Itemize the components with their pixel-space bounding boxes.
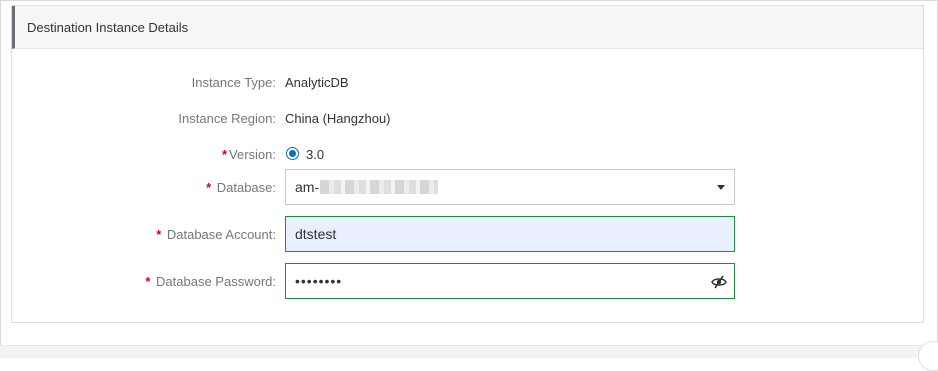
version-label: * Version: [221, 146, 276, 162]
destination-instance-panel: Destination Instance Details Instance Ty… [11, 5, 924, 323]
redacted-database-id [320, 180, 439, 194]
required-marker: * [156, 226, 162, 242]
chevron-down-icon [717, 185, 725, 190]
database-account-value: dtstest [295, 226, 337, 242]
instance-region-value: China (Hangzhou) [285, 110, 391, 126]
database-account-input[interactable]: dtstest [285, 216, 735, 252]
database-account-row: * Database Account: dtstest [12, 216, 923, 252]
floating-action-circle[interactable] [918, 341, 938, 371]
database-select[interactable]: am- [285, 169, 735, 205]
version-radio-label: 3.0 [306, 146, 325, 162]
database-password-input[interactable]: •••••••• [285, 263, 735, 299]
instance-type-label: Instance Type: [191, 74, 276, 90]
panel-title: Destination Instance Details [27, 19, 189, 35]
version-row: * Version: 3.0 [12, 136, 923, 172]
database-select-value: am- [295, 179, 320, 195]
database-account-label: * Database Account: [156, 226, 276, 242]
instance-region-row: Instance Region: China (Hangzhou) [12, 100, 923, 136]
eye-slash-icon[interactable] [710, 273, 728, 291]
database-password-label: * Database Password: [145, 273, 276, 289]
database-row: * Database: am- [12, 169, 923, 205]
required-marker: * [206, 179, 212, 195]
instance-type-value: AnalyticDB [285, 74, 349, 90]
database-label: * Database: [206, 179, 276, 195]
instance-region-label: Instance Region: [178, 110, 276, 126]
bottom-bar [0, 345, 936, 358]
database-password-value: •••••••• [295, 273, 343, 289]
version-radio-3-0[interactable] [286, 147, 299, 160]
database-password-row: * Database Password: •••••••• [12, 263, 923, 299]
instance-type-row: Instance Type: AnalyticDB [12, 64, 923, 100]
required-marker: * [221, 146, 228, 162]
required-marker: * [145, 273, 151, 289]
panel-header: Destination Instance Details [12, 6, 923, 49]
